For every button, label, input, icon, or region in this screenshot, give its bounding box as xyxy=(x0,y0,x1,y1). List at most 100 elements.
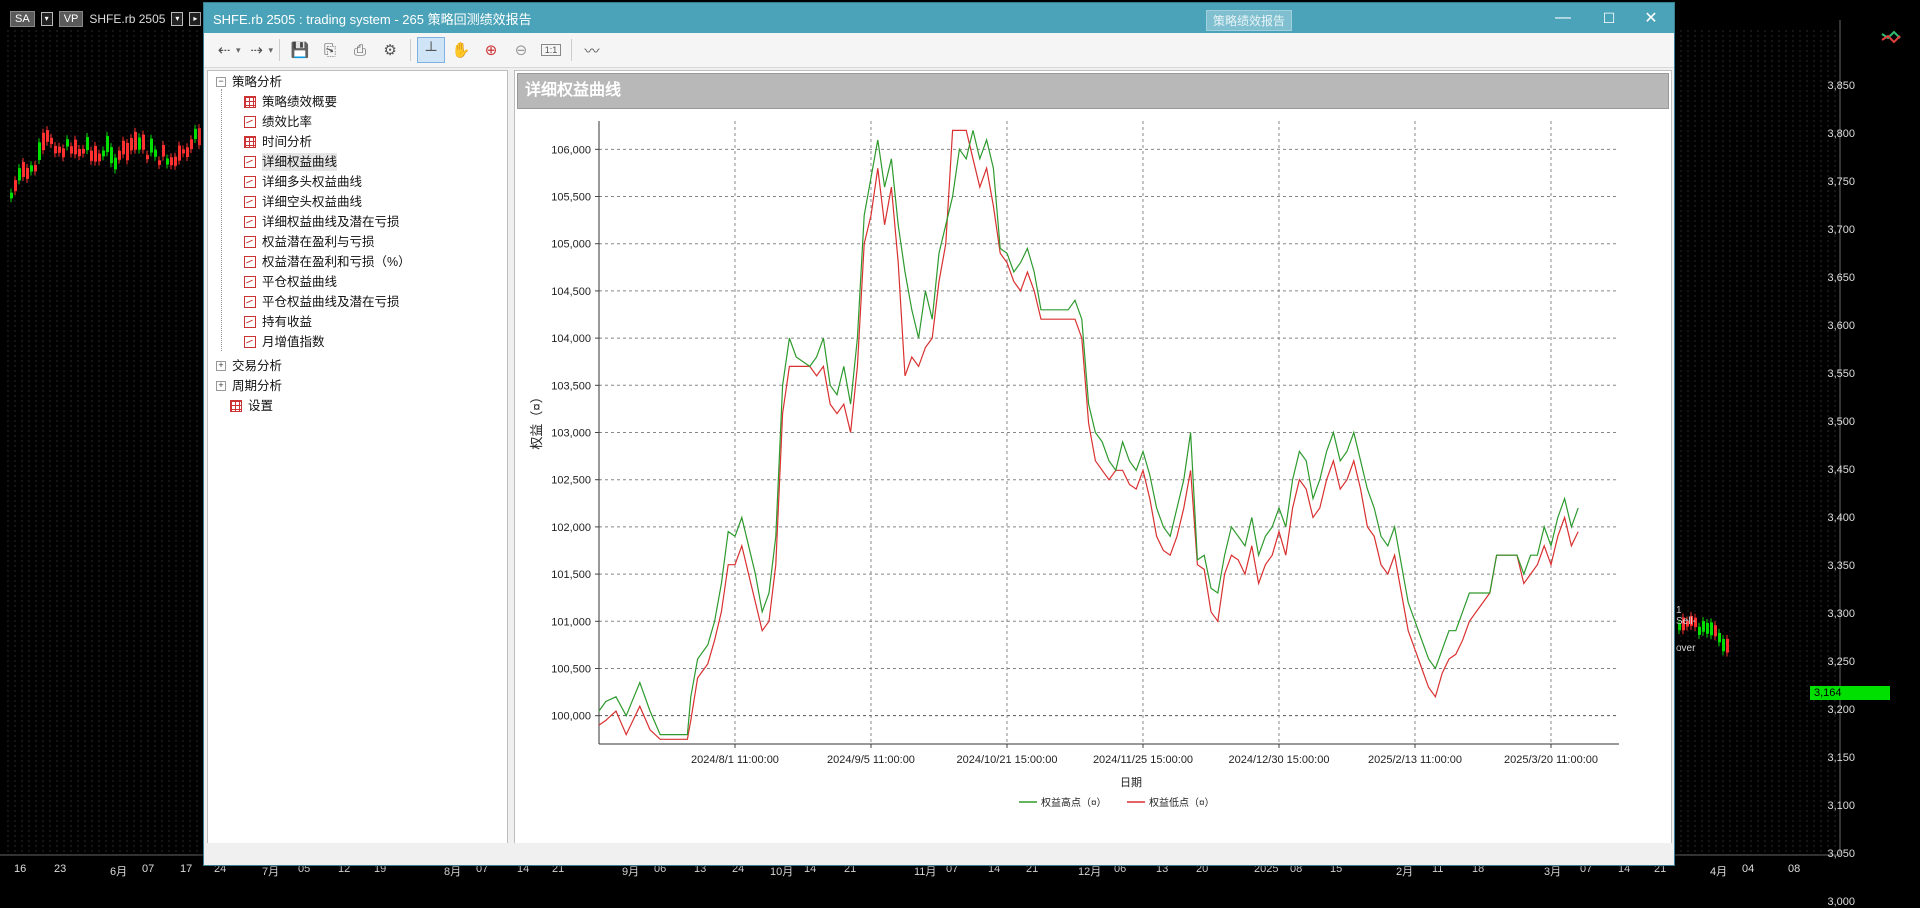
save-icon[interactable]: 💾 xyxy=(286,37,314,63)
chevron-down-icon[interactable]: ▾ xyxy=(40,12,53,26)
signal-label: 1 Sell- over xyxy=(1676,605,1696,654)
line-chart-icon xyxy=(244,156,256,168)
tree-node-label: 设置 xyxy=(248,399,274,413)
tree-leaf[interactable]: 详细权益曲线 xyxy=(244,153,338,171)
tree-leaf[interactable]: 策略绩效概要 xyxy=(244,93,337,111)
back-icon[interactable]: ⇠ xyxy=(210,37,238,63)
bg-candle xyxy=(1722,639,1725,652)
time-tick-label: 04 xyxy=(1742,863,1755,875)
zoom-in-icon[interactable]: ⊕ xyxy=(477,37,505,63)
tree-node-period-analysis[interactable]: + 周期分析 xyxy=(216,377,282,395)
line-chart-icon xyxy=(244,276,256,288)
bg-candle xyxy=(34,164,37,172)
y-tick-label: 101,000 xyxy=(551,616,591,628)
crosshair-icon[interactable]: ┴ xyxy=(417,37,446,63)
tree-leaf[interactable]: 月增值指数 xyxy=(244,333,325,351)
time-tick-label: 6月 xyxy=(110,866,128,878)
tree-guide xyxy=(221,89,222,351)
window-bottom xyxy=(204,843,1674,865)
close-icon[interactable]: ✕ xyxy=(1628,3,1674,33)
minimize-icon[interactable]: — xyxy=(1540,3,1586,33)
bg-candle xyxy=(82,148,85,154)
toolbar-separator xyxy=(571,39,573,61)
sa-chip[interactable]: SA xyxy=(10,11,35,27)
print-icon[interactable]: ⎙ xyxy=(346,37,374,63)
current-price-badge: 3,164 xyxy=(1810,686,1890,700)
tree-leaf[interactable]: 详细权益曲线及潜在亏损 xyxy=(244,213,400,231)
title-bar[interactable]: SHFE.rb 2505 : trading system - 265 策略回测… xyxy=(204,3,1674,33)
tree-node-strategy-analysis[interactable]: − 策略分析 xyxy=(216,73,282,91)
tree-leaf[interactable]: 持有收益 xyxy=(244,313,312,331)
x-tick-label: 2024/9/5 11:00:00 xyxy=(827,754,915,766)
tree-leaf[interactable]: 详细多头权益曲线 xyxy=(244,173,362,191)
line-chart-icon xyxy=(244,116,256,128)
actual-size-icon[interactable]: 1:1 xyxy=(537,37,565,63)
chart-style-icon[interactable]: 〰 xyxy=(578,37,606,63)
bg-candle xyxy=(1726,638,1729,653)
maximize-icon[interactable]: ☐ xyxy=(1586,3,1632,33)
price-tick-label: 3,300 xyxy=(1827,608,1855,620)
expand-icon[interactable]: + xyxy=(216,381,226,391)
y-tick-label: 106,000 xyxy=(551,144,591,156)
tree-leaf-label: 平仓权益曲线及潜在亏损 xyxy=(262,295,400,309)
hand-icon[interactable]: ✋ xyxy=(447,37,475,63)
price-tick-label: 3,850 xyxy=(1827,80,1855,92)
x-axis-label: 日期 xyxy=(1120,776,1142,789)
report-header: 详细权益曲线 xyxy=(517,73,1669,109)
bg-candle xyxy=(62,148,65,158)
bg-candle xyxy=(142,134,145,150)
zoom-out-icon[interactable]: ⊖ xyxy=(507,37,535,63)
tree-node-trade-analysis[interactable]: + 交易分析 xyxy=(216,357,282,375)
tree-leaf-label: 权益潜在盈利和亏损（%） xyxy=(262,255,411,269)
bg-candle xyxy=(1702,621,1705,632)
tree-leaf[interactable]: 权益潜在盈利和亏损（%） xyxy=(244,253,411,271)
bg-candle xyxy=(1718,632,1721,643)
price-tick-label: 3,450 xyxy=(1827,464,1855,476)
report-tab-button[interactable]: 策略绩效报告 xyxy=(1206,10,1293,31)
tree-leaf-label: 详细权益曲线 xyxy=(262,153,338,171)
symbol-label: SHFE.rb 2505 xyxy=(89,12,166,26)
toolbar-separator xyxy=(279,39,281,61)
tree-leaf-label: 月增值指数 xyxy=(262,335,325,349)
tree-node-settings[interactable]: 设置 xyxy=(230,397,273,415)
table-icon xyxy=(230,400,242,412)
bg-candle xyxy=(162,144,165,157)
dropdown-icon[interactable]: ▾ xyxy=(236,45,241,56)
tree-leaf-label: 详细多头权益曲线 xyxy=(262,175,363,189)
y-tick-label: 103,500 xyxy=(551,380,591,392)
collapse-icon[interactable]: − xyxy=(216,77,226,87)
tree-leaf[interactable]: 详细空头权益曲线 xyxy=(244,193,362,211)
tree-leaf-label: 详细权益曲线及潜在亏损 xyxy=(262,215,400,229)
tree-node-label: 交易分析 xyxy=(232,359,283,373)
forward-icon[interactable]: ⇢ xyxy=(243,37,271,63)
time-tick-label: 23 xyxy=(54,863,67,875)
bg-candle xyxy=(154,149,157,157)
line-chart-icon xyxy=(244,216,256,228)
expand-icon[interactable]: + xyxy=(216,361,226,371)
tree-leaf[interactable]: 权益潜在盈利与亏损 xyxy=(244,233,375,251)
tree-leaf[interactable]: 平仓权益曲线及潜在亏损 xyxy=(244,293,400,311)
x-tick-label: 2024/12/30 15:00:00 xyxy=(1229,754,1330,766)
vp-chip[interactable]: VP xyxy=(58,11,84,27)
tree-leaf[interactable]: 绩效比率 xyxy=(244,113,312,131)
table-icon xyxy=(244,96,256,108)
series-line-low xyxy=(598,129,1579,740)
export-icon[interactable]: ⎘ xyxy=(316,37,344,63)
tree-leaf[interactable]: 时间分析 xyxy=(244,133,312,151)
equity-curve-chart[interactable]: 100,000 100,500 101,000 101,500 102,000 102,5… xyxy=(515,111,1671,843)
toolbar: ⇠ ▾ ⇢ ▾ 💾 ⎘ ⎙ ⚙ ┴ ✋ ⊕ ⊖ 1:1 〰 xyxy=(204,33,1674,68)
y-tick-label: 103,000 xyxy=(551,428,591,440)
dropdown-icon[interactable]: ▾ xyxy=(269,45,274,56)
tree-leaf[interactable]: 平仓权益曲线 xyxy=(244,273,337,291)
time-tick-label: 4月 xyxy=(1710,866,1728,878)
chevron-down-icon[interactable]: ▾ xyxy=(171,12,184,26)
bg-candle xyxy=(178,145,181,161)
price-tick-label: 3,500 xyxy=(1827,416,1855,428)
bg-candle xyxy=(130,138,133,151)
bg-candle xyxy=(158,160,161,165)
bg-candle xyxy=(18,168,21,181)
settings-icon[interactable]: ⚙ xyxy=(376,37,404,63)
bg-candle xyxy=(106,136,109,153)
indicator-icon[interactable]: ▸ xyxy=(189,12,202,26)
chart-top-bar: SA ▾ VP SHFE.rb 2505 ▾ ▸ xyxy=(10,10,202,28)
